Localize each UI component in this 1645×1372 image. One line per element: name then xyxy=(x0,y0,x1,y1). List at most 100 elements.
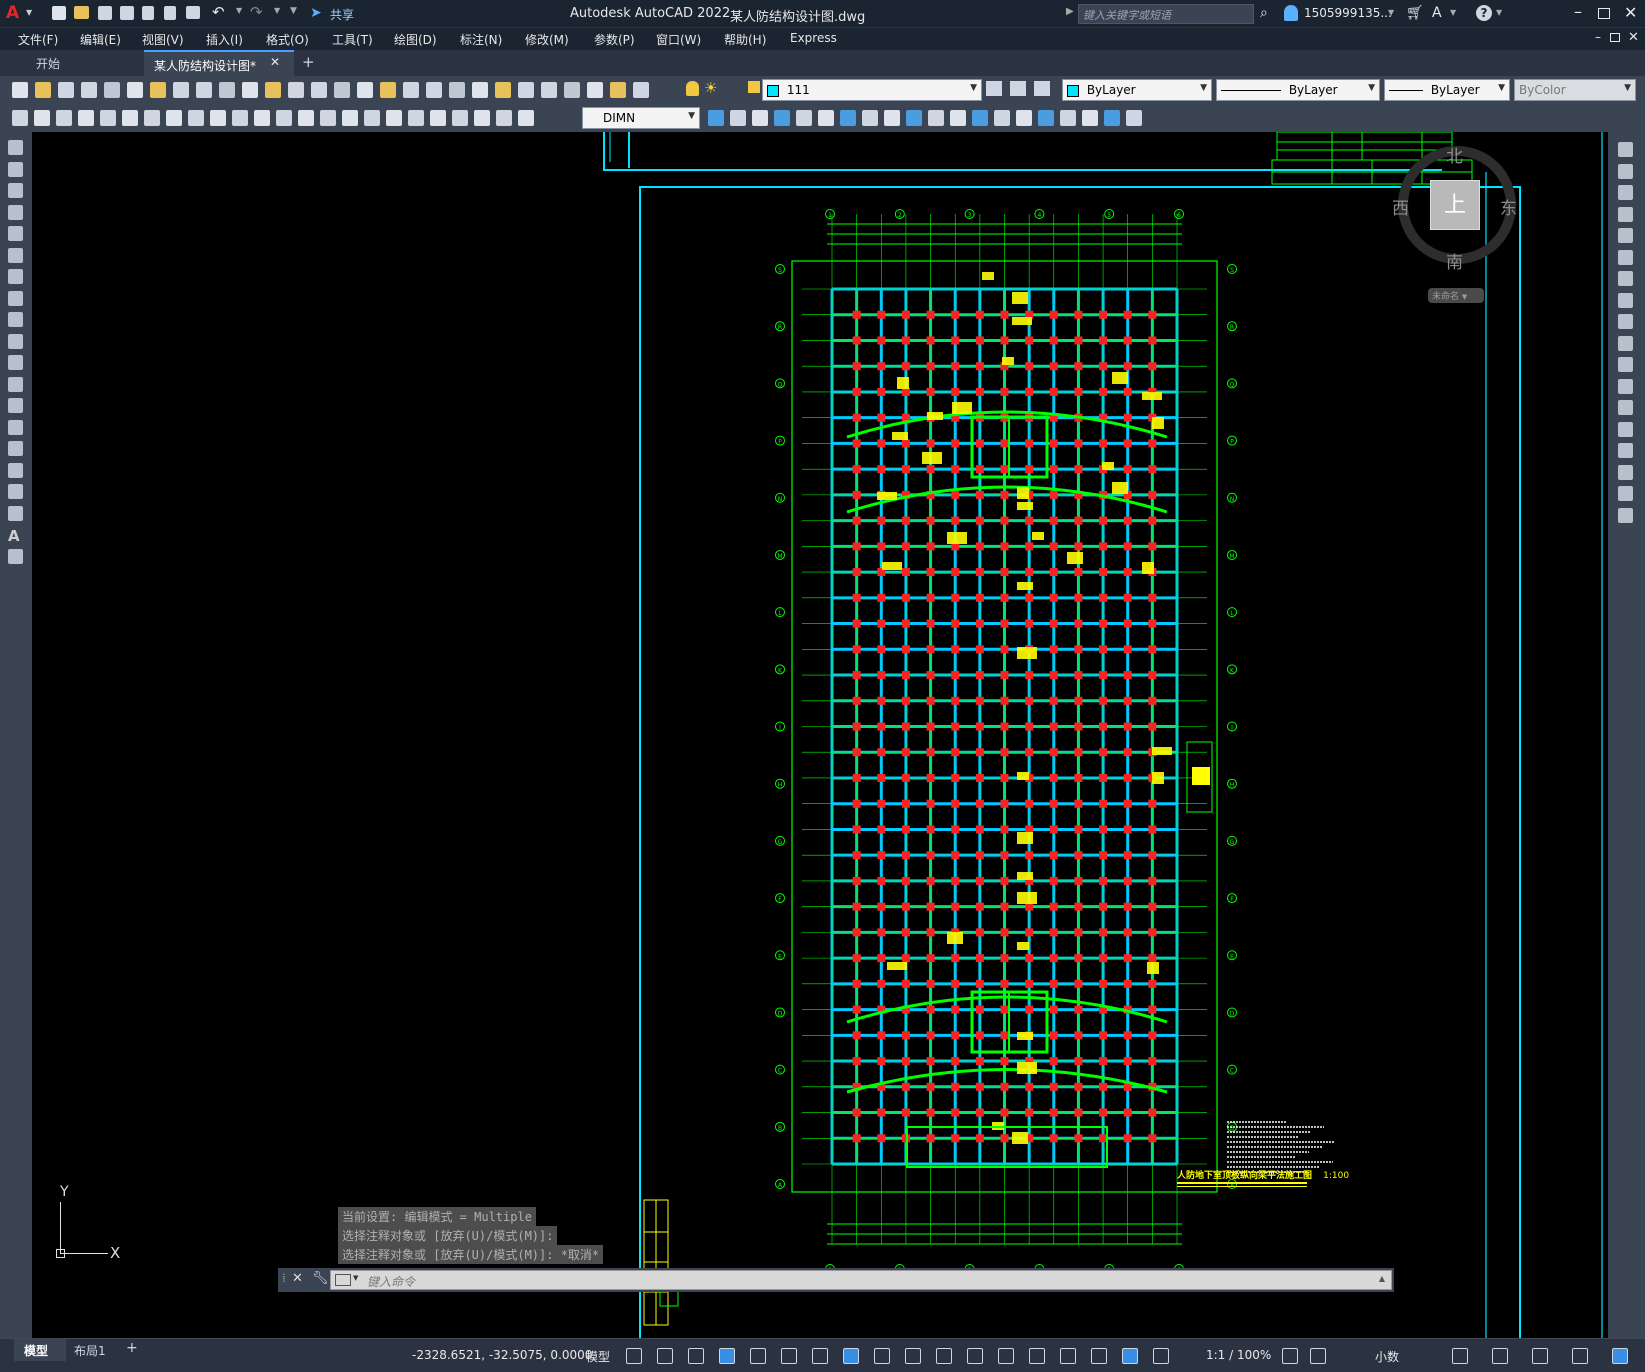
dimstyle-dropdown[interactable]: DIMN ▼ xyxy=(582,107,700,129)
help-icon[interactable]: ? xyxy=(1476,5,1492,21)
help-dropdown-icon[interactable]: ▼ xyxy=(1496,8,1502,17)
new-icon[interactable] xyxy=(610,82,626,98)
plot-icon[interactable] xyxy=(186,6,200,19)
blend-curves-icon[interactable] xyxy=(1618,486,1633,501)
annotation-visibility-icon[interactable] xyxy=(1122,1348,1138,1364)
menu-modify[interactable]: 修改(M) xyxy=(525,31,569,48)
copy-obj-icon[interactable] xyxy=(730,110,746,126)
menu-edit[interactable]: 编辑(E) xyxy=(80,31,121,48)
fillet-icon[interactable] xyxy=(1618,464,1633,480)
doc-restore-icon[interactable] xyxy=(1610,33,1620,42)
share-button[interactable]: 共享 xyxy=(330,6,354,23)
menu-insert[interactable]: 插入(I) xyxy=(206,31,243,48)
viewcube-east[interactable]: 东 xyxy=(1500,194,1517,219)
erase-icon[interactable] xyxy=(1618,142,1633,157)
dim-update-icon[interactable] xyxy=(430,110,446,126)
linear-dim-icon[interactable] xyxy=(452,110,468,126)
quick-dim-icon[interactable] xyxy=(188,110,204,126)
3d-osnap-icon[interactable] xyxy=(998,1348,1014,1364)
offset-icon[interactable] xyxy=(1618,206,1633,222)
break-point-icon[interactable] xyxy=(950,110,966,126)
rotate-icon[interactable] xyxy=(840,110,856,126)
object-snap-tracking-icon[interactable] xyxy=(843,1348,859,1364)
zoom-window-icon[interactable] xyxy=(380,82,396,98)
menu-help[interactable]: 帮助(H) xyxy=(724,31,766,48)
plotstyle-dropdown[interactable]: ByColor ▼ xyxy=(1514,79,1636,101)
erase-icon[interactable] xyxy=(708,110,724,126)
ellipse-arc-icon[interactable] xyxy=(8,355,23,370)
viewcube-west[interactable]: 西 xyxy=(1392,194,1409,219)
add-layout-button[interactable]: + xyxy=(126,1340,138,1356)
tab-start[interactable]: 开始 xyxy=(26,50,70,76)
annotation-monitor-icon[interactable] xyxy=(1310,1348,1326,1364)
isometric-icon[interactable] xyxy=(812,1348,828,1364)
gradient-icon[interactable] xyxy=(8,462,23,478)
save-icon[interactable] xyxy=(58,82,74,98)
tolerance-icon[interactable] xyxy=(298,110,314,126)
viewcube-south[interactable]: 南 xyxy=(1446,248,1463,273)
baseline-icon[interactable] xyxy=(210,110,226,126)
color-dropdown[interactable]: ByLayer ▼ xyxy=(1062,79,1212,101)
arc-length-icon[interactable] xyxy=(496,110,512,126)
lock-ui-icon[interactable] xyxy=(1532,1348,1548,1364)
copy-obj-icon[interactable] xyxy=(1126,110,1142,126)
array-icon[interactable] xyxy=(1618,228,1633,243)
dim-text-edit-icon[interactable] xyxy=(408,110,424,126)
polar-icon[interactable] xyxy=(781,1348,797,1364)
save-web-icon[interactable] xyxy=(164,6,176,20)
transparency-icon[interactable] xyxy=(936,1348,952,1364)
join-icon[interactable] xyxy=(972,110,988,126)
explode-icon[interactable] xyxy=(1038,110,1054,126)
line-icon[interactable] xyxy=(8,140,23,155)
angular-icon[interactable] xyxy=(166,110,182,126)
point-icon[interactable] xyxy=(8,419,23,435)
dynamic-input-icon[interactable] xyxy=(719,1348,735,1364)
copy-icon[interactable] xyxy=(196,82,212,98)
linear-dim-icon[interactable] xyxy=(12,110,28,126)
gizmo-icon[interactable] xyxy=(1091,1348,1107,1364)
construction-line-icon[interactable] xyxy=(8,161,23,177)
minimize-icon[interactable]: – xyxy=(1574,2,1582,21)
units-icon[interactable] xyxy=(1452,1348,1468,1364)
ellipse-icon[interactable] xyxy=(8,333,23,349)
layout-tab-layout1[interactable]: 布局1 xyxy=(74,1342,106,1359)
user-icon[interactable] xyxy=(1284,5,1298,21)
polygon-icon[interactable] xyxy=(8,204,23,220)
make-block-icon[interactable] xyxy=(8,398,23,413)
redo-icon[interactable] xyxy=(311,82,327,98)
explode-icon[interactable] xyxy=(1618,507,1633,523)
trim-icon[interactable] xyxy=(906,110,922,126)
layer-dropdown[interactable]: 111 ▼ xyxy=(762,79,982,101)
lineweight-dropdown[interactable]: ByLayer ▼ xyxy=(1384,79,1510,101)
erase-icon[interactable] xyxy=(1104,110,1120,126)
sheet-set-icon[interactable] xyxy=(495,82,511,98)
selection-filter-icon[interactable] xyxy=(1060,1348,1076,1364)
jogged-icon[interactable] xyxy=(122,110,138,126)
menu-view[interactable]: 视图(V) xyxy=(142,31,184,48)
group-icon[interactable] xyxy=(1082,110,1098,126)
hardware-acceleration-icon[interactable] xyxy=(1612,1348,1628,1364)
command-close-icon[interactable]: ✕ xyxy=(292,1271,303,1286)
spline-icon[interactable] xyxy=(8,312,23,327)
paste-icon[interactable] xyxy=(219,82,235,98)
trim-icon[interactable] xyxy=(1618,335,1633,351)
aligned-dim-icon[interactable] xyxy=(474,110,490,126)
copy-icon[interactable] xyxy=(1618,163,1633,179)
redo-dropdown-icon[interactable]: ▼ xyxy=(274,6,280,15)
expand-arrow-icon[interactable]: ▶ xyxy=(1066,6,1074,17)
center-mark-icon[interactable] xyxy=(320,110,336,126)
object-snap-icon[interactable] xyxy=(874,1348,890,1364)
layer-states-icon[interactable] xyxy=(1034,81,1050,96)
quickcalc-icon[interactable] xyxy=(541,82,557,98)
model-space-toggle[interactable]: 模型 xyxy=(586,1348,610,1365)
plot-preview-icon[interactable] xyxy=(104,82,120,98)
customize-qat-icon[interactable]: ▼ xyxy=(290,6,297,16)
annotation-scale[interactable]: 1:1 / 100% xyxy=(1206,1348,1271,1362)
break-icon[interactable] xyxy=(1618,400,1633,415)
app-menu-chevron-icon[interactable]: ▼ xyxy=(26,8,32,17)
open-web-icon[interactable] xyxy=(142,6,154,20)
join-icon[interactable] xyxy=(1618,421,1633,437)
draworder-icon[interactable] xyxy=(1060,110,1076,126)
new-file-icon[interactable] xyxy=(52,6,66,20)
chamfer-icon[interactable] xyxy=(1618,443,1633,458)
